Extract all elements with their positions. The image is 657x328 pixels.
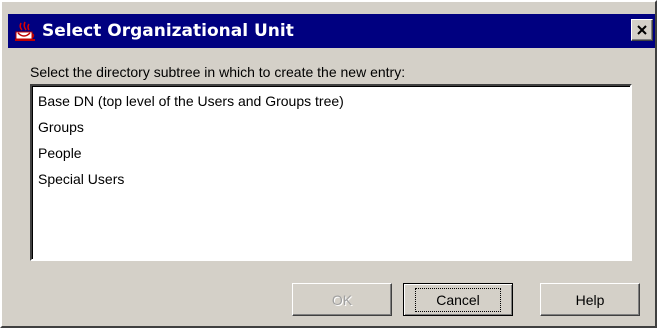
cancel-button-label: Cancel <box>415 287 501 312</box>
list-item-people[interactable]: People <box>38 140 630 166</box>
ok-button[interactable]: OK <box>292 283 392 316</box>
list-item-base-dn[interactable]: Base DN (top level of the Users and Grou… <box>38 88 630 114</box>
subtree-listbox[interactable]: Base DN (top level of the Users and Grou… <box>30 84 632 261</box>
list-item-groups[interactable]: Groups <box>38 114 630 140</box>
ok-button-label: OK <box>331 291 353 308</box>
prompt-label: Select the directory subtree in which to… <box>30 64 406 80</box>
close-icon <box>637 25 647 35</box>
cancel-button[interactable]: Cancel <box>403 283 513 316</box>
help-button[interactable]: Help <box>540 283 640 316</box>
help-button-label: Help <box>575 291 605 308</box>
window-title: Select Organizational Unit <box>42 21 294 41</box>
title-bar[interactable]: Select Organizational Unit <box>8 14 655 48</box>
java-app-icon <box>15 21 35 41</box>
close-button[interactable] <box>631 19 653 41</box>
select-ou-dialog: Select Organizational Unit Select the di… <box>0 0 657 328</box>
list-item-special-users[interactable]: Special Users <box>38 166 630 192</box>
